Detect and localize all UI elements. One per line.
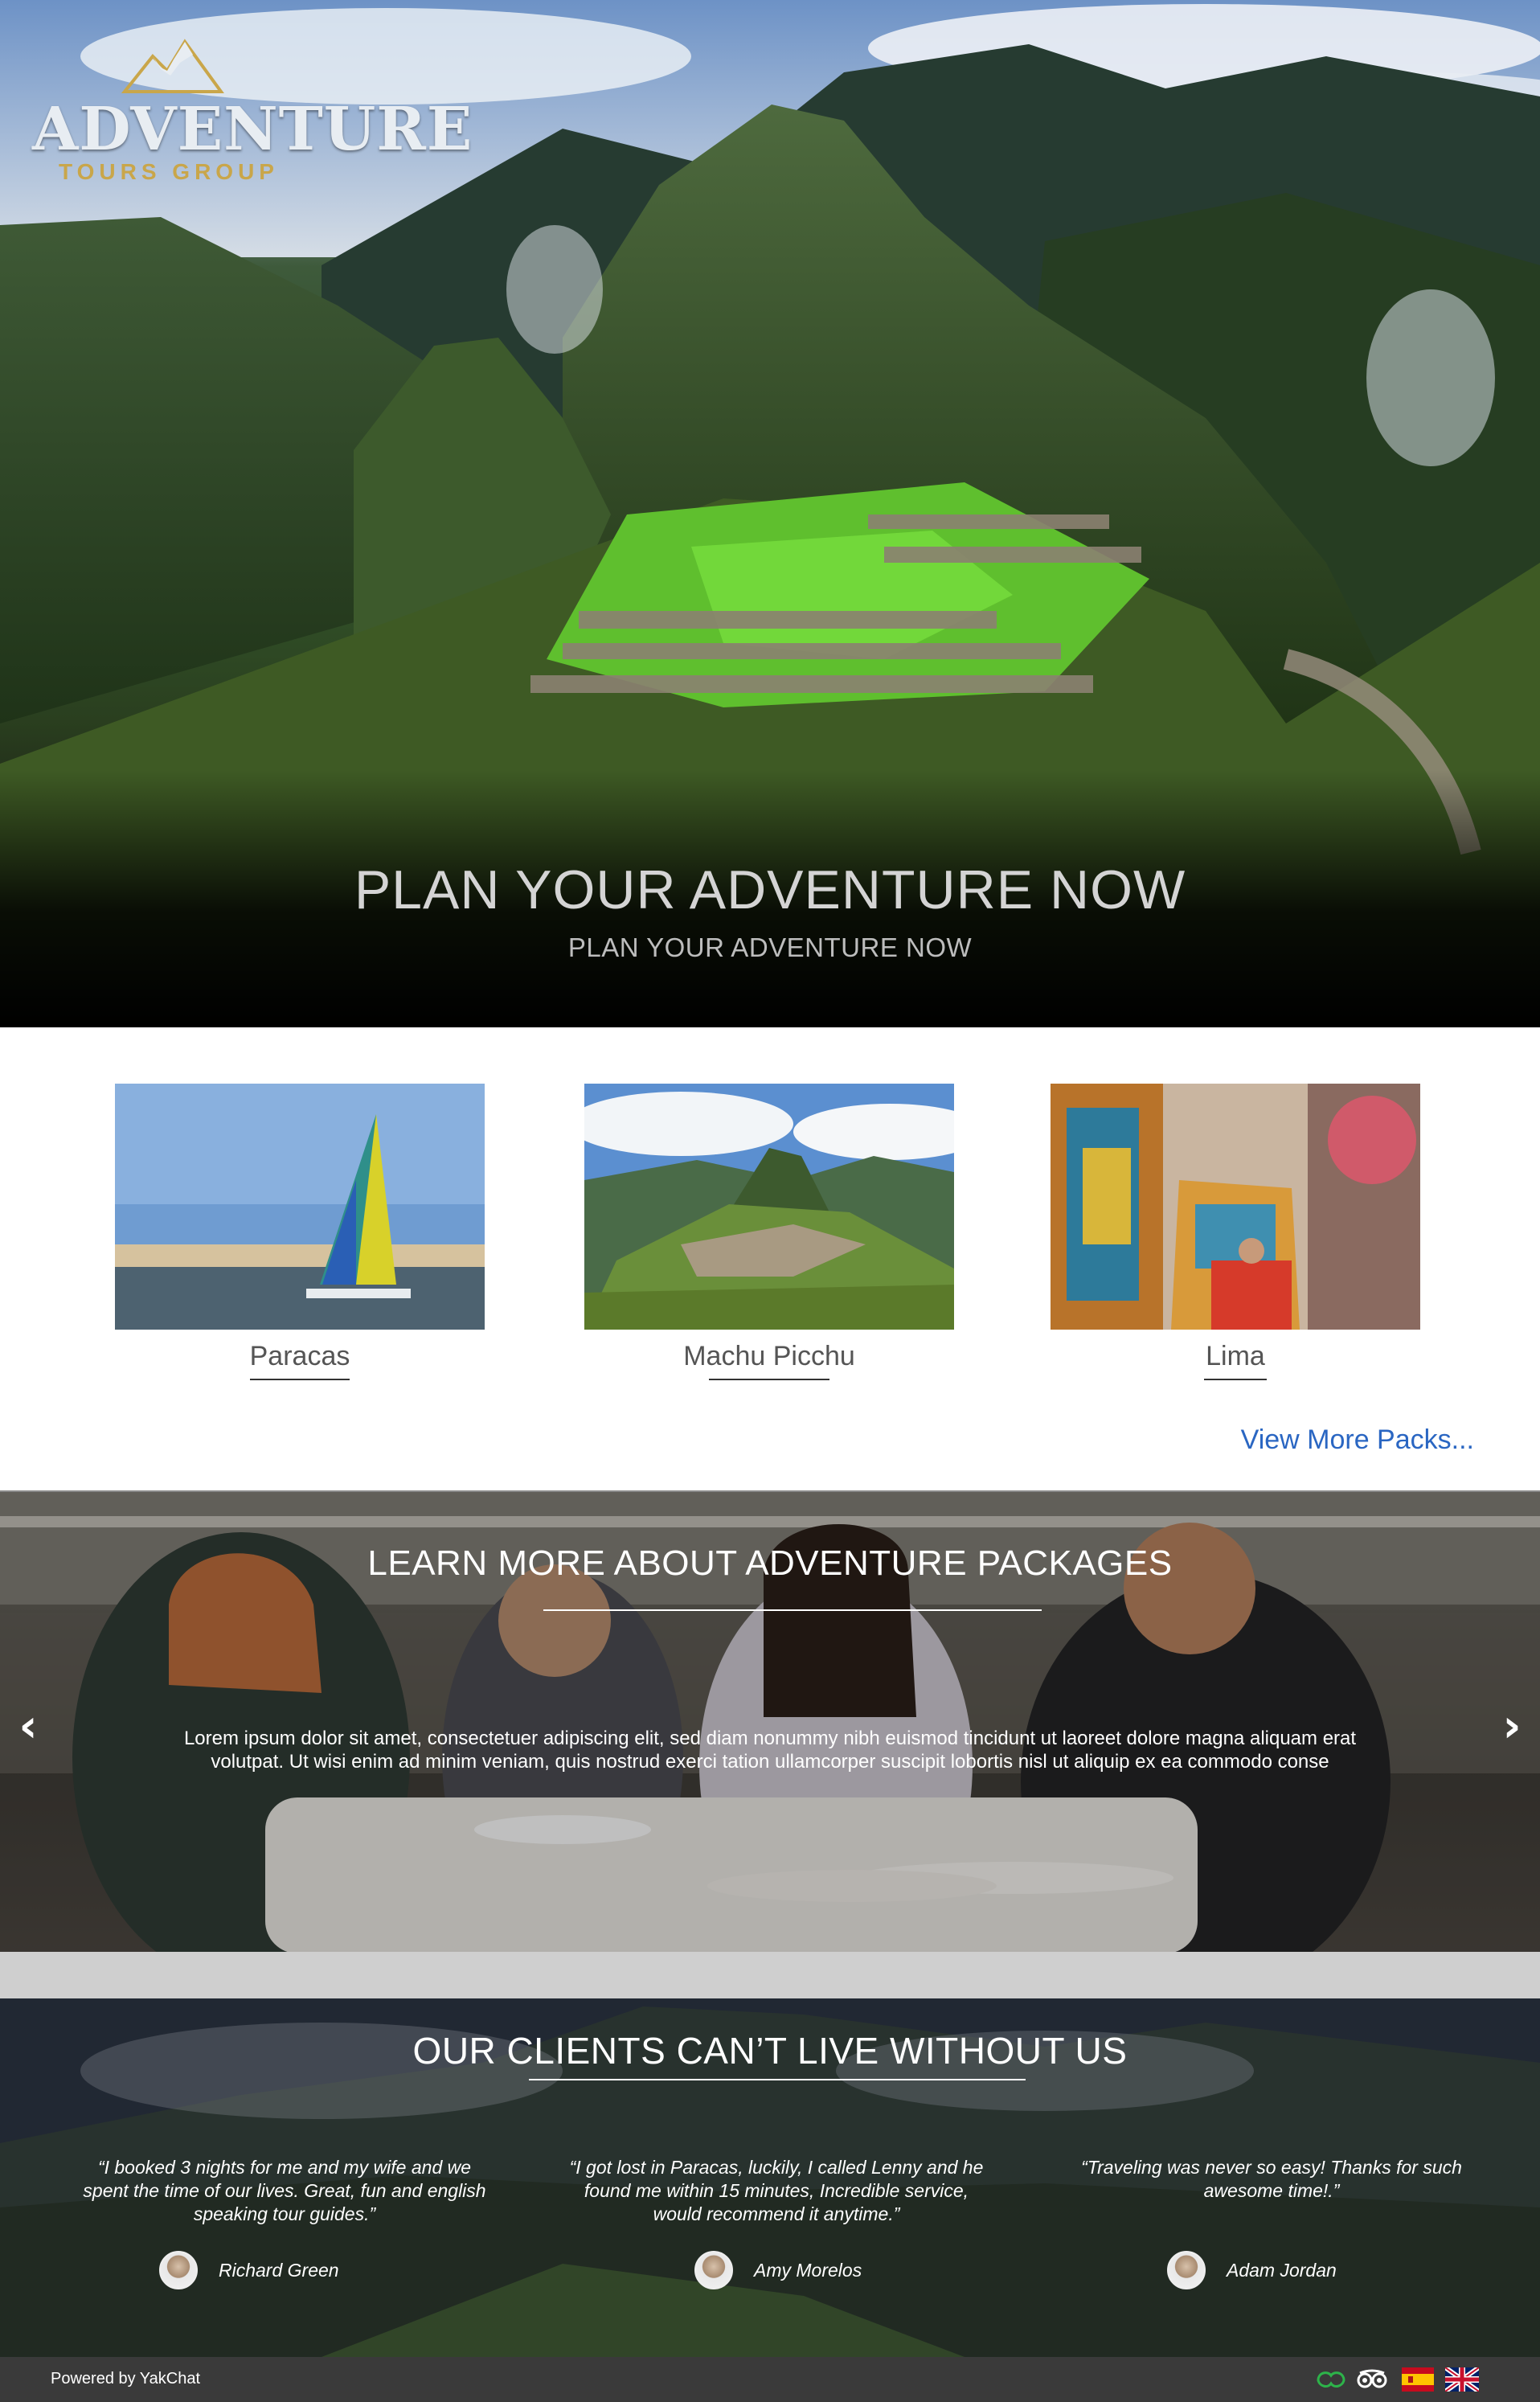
company-logo[interactable]: ADVENTURE TOURS GROUP (32, 39, 473, 191)
footer-bar: Powered by YakChat (0, 2357, 1540, 2402)
package-name[interactable]: Machu Picchu (584, 1341, 954, 1372)
machu-picchu-photo[interactable] (584, 1084, 954, 1330)
author-name: Richard Green (219, 2259, 339, 2281)
spanish-flag-icon[interactable] (1402, 2367, 1434, 2392)
sailboat-photo[interactable] (115, 1084, 485, 1330)
powered-by-text[interactable]: Powered by YakChat (51, 2370, 200, 2388)
hero-subtitle: PLAN YOUR ADVENTURE NOW (567, 933, 973, 962)
logo-tagline: TOURS GROUP (59, 159, 279, 184)
package-card-paracas[interactable]: Paracas (115, 1084, 485, 1380)
testimonial-author: Amy Morelos (694, 2249, 862, 2291)
title-divider (543, 1609, 1042, 1611)
package-name-underline (250, 1379, 350, 1380)
chevron-right-icon[interactable]: › (1492, 1703, 1532, 1751)
tripadvisor-icon[interactable] (1355, 2367, 1389, 2392)
section-divider-band (0, 1952, 1540, 1998)
testimonials-section: OUR CLIENTS CAN’T LIVE WITHOUT US “I boo… (0, 1998, 1540, 2357)
english-flag-icon[interactable] (1445, 2367, 1479, 2392)
learn-more-text: Lorem ipsum dolor sit amet, consectetuer… (183, 1728, 1357, 1773)
hero-title: PLAN YOUR ADVENTURE NOW (354, 859, 1186, 920)
package-name-underline (709, 1379, 829, 1380)
testimonial-quote: “Traveling was never so easy! Thanks for… (1081, 2157, 1462, 2201)
mountain-logo-icon (121, 39, 224, 93)
testimonial-author: Richard Green (159, 2249, 339, 2291)
package-name-underline (1204, 1379, 1267, 1380)
hero-section: ADVENTURE TOURS GROUP PLAN YOUR ADVENTUR… (0, 0, 1540, 1027)
street-art-photo[interactable] (1051, 1084, 1420, 1330)
view-more-packs-link[interactable]: View More Packs... (1241, 1424, 1474, 1456)
title-divider (529, 2079, 1026, 2080)
avatar (1167, 2251, 1206, 2289)
learn-more-carousel: LEARN MORE ABOUT ADVENTURE PACKAGES Lore… (0, 1490, 1540, 1952)
package-card-machu-picchu[interactable]: Machu Picchu (584, 1084, 954, 1380)
packages-section: Paracas Machu Picchu Lima View More Pack… (0, 1027, 1540, 1490)
testimonial-author: Adam Jordan (1167, 2249, 1337, 2291)
author-name: Adam Jordan (1227, 2259, 1337, 2281)
package-name[interactable]: Paracas (115, 1341, 485, 1372)
chevron-left-icon[interactable]: ‹ (8, 1703, 48, 1751)
avatar (694, 2251, 733, 2289)
package-name[interactable]: Lima (1051, 1341, 1420, 1372)
yakchat-icon[interactable] (1315, 2367, 1347, 2392)
clients-title: OUR CLIENTS CAN’T LIVE WITHOUT US (412, 2030, 1128, 2072)
logo-wordmark: ADVENTURE (32, 95, 473, 164)
author-name: Amy Morelos (754, 2259, 862, 2281)
testimonial-quote: “I got lost in Paracas, luckily, I calle… (569, 2157, 984, 2224)
testimonial-quote: “I booked 3 nights for me and my wife an… (83, 2157, 486, 2224)
avatar (159, 2251, 198, 2289)
learn-more-title: LEARN MORE ABOUT ADVENTURE PACKAGES (367, 1543, 1173, 1583)
package-card-lima[interactable]: Lima (1051, 1084, 1420, 1380)
